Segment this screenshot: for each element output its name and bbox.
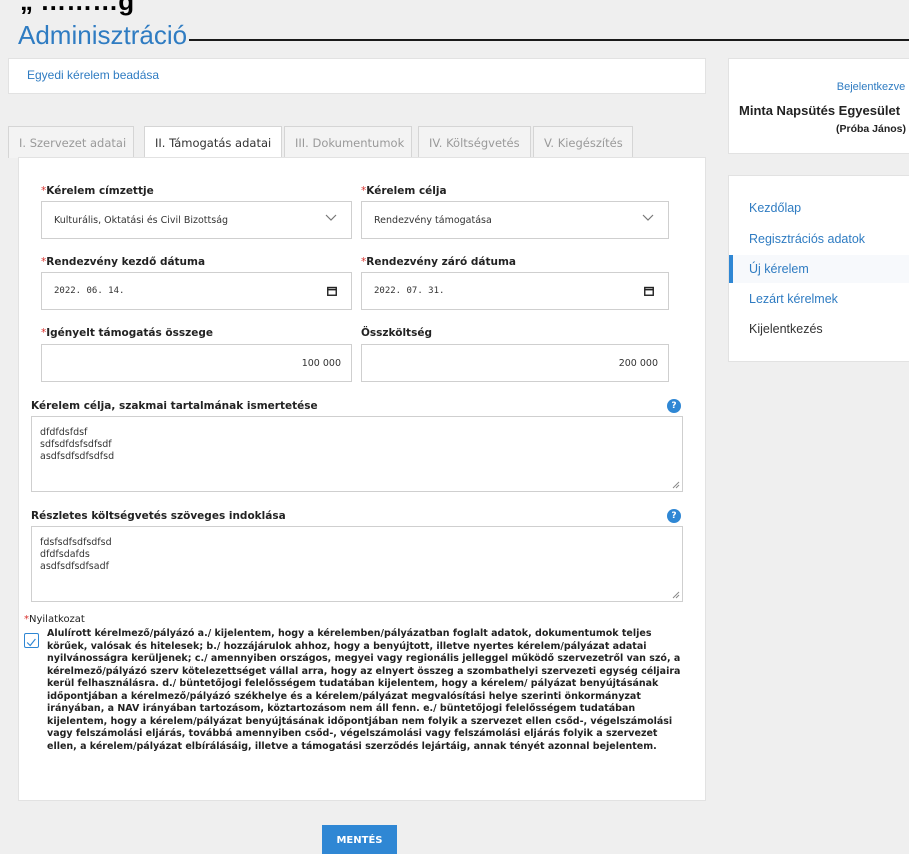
- tab-documents[interactable]: III. Dokumentumok: [284, 126, 412, 158]
- recipient-label: *Kérelem címzettje: [41, 185, 154, 197]
- end-date-value: 2022. 07. 31.: [374, 286, 445, 296]
- tab-budget[interactable]: IV. Költségvetés: [418, 126, 531, 158]
- description-label: Kérelem célja, szakmai tartalmának ismer…: [31, 400, 318, 412]
- end-date-input[interactable]: 2022. 07. 31.: [361, 272, 669, 310]
- login-status-label: Bejelentkezve: [836, 81, 906, 93]
- declaration-text: Alulírott kérelmező/pályázó a./ kijelent…: [47, 628, 681, 752]
- budget-line: dfdfsdafds: [40, 549, 90, 560]
- description-help-icon[interactable]: ?: [667, 399, 681, 413]
- start-date-value: 2022. 06. 14.: [54, 286, 125, 296]
- nav-item-registration[interactable]: Regisztrációs adatok: [729, 225, 909, 253]
- tab-label: IV. Költségvetés: [429, 136, 520, 150]
- login-user: (Próba János): [835, 123, 906, 135]
- chevron-down-icon: [642, 214, 654, 221]
- purpose-label: *Kérelem célja: [361, 185, 447, 197]
- nav-item-logout[interactable]: Kijelentkezés: [729, 315, 909, 343]
- budget-justification-label: Részletes költségvetés szöveges indoklás…: [31, 510, 286, 522]
- end-date-label-text: Rendezvény záró dátuma: [366, 256, 516, 268]
- description-textarea[interactable]: dfdfdsfdsf sdfsdfdsfsdfsdf asdfsdfsdfsdf…: [31, 416, 683, 492]
- purpose-value: Rendezvény támogatása: [374, 215, 492, 226]
- start-date-label: *Rendezvény kezdő dátuma: [41, 256, 205, 268]
- requested-amount-label: *Igényelt támogatás összege: [41, 327, 213, 339]
- cropped-heading-fragment: „ ………g: [20, 0, 135, 16]
- requested-amount-value: 100 000: [301, 358, 341, 369]
- calendar-icon[interactable]: [327, 286, 337, 296]
- total-cost-input[interactable]: 200 000: [361, 344, 669, 382]
- login-organization: Minta Napsütés Egyesület: [739, 103, 901, 118]
- end-date-label: *Rendezvény záró dátuma: [361, 256, 516, 268]
- request-header-title: Egyedi kérelem beadása: [27, 68, 160, 82]
- description-line: asdfsdfsdfsdfsd: [40, 451, 115, 462]
- tab-label: V. Kiegészítés: [544, 136, 623, 150]
- total-cost-label: Összköltség: [361, 327, 432, 339]
- tab-label: III. Dokumentumok: [295, 136, 405, 150]
- page-title-row: Adminisztráció: [18, 20, 909, 56]
- request-header-panel: Egyedi kérelem beadása: [8, 58, 706, 94]
- recipient-select[interactable]: Kulturális, Oktatási és Civil Bizottság: [41, 201, 352, 239]
- purpose-select[interactable]: Rendezvény támogatása: [361, 201, 669, 239]
- total-cost-value: 200 000: [618, 358, 658, 369]
- resize-handle-icon[interactable]: [672, 481, 680, 489]
- chevron-down-icon: [325, 214, 337, 221]
- title-divider: [189, 39, 909, 41]
- declaration-label-text: Nyilatkozat: [29, 614, 85, 625]
- login-info-box: Bejelentkezve Minta Napsütés Egyesület (…: [728, 58, 909, 154]
- budget-justification-textarea[interactable]: fdsfsdfsdfsdfsd dfdfsdafds asdfsdfsdfsad…: [31, 526, 683, 602]
- requested-amount-label-text: Igényelt támogatás összege: [46, 327, 213, 339]
- description-line: sdfsdfdsfsdfsdf: [40, 439, 112, 450]
- tab-supplement[interactable]: V. Kiegészítés: [533, 126, 633, 158]
- page-title: Adminisztráció: [18, 20, 188, 50]
- nav-item-home[interactable]: Kezdőlap: [729, 194, 909, 222]
- save-button[interactable]: MENTÉS: [322, 825, 397, 854]
- check-icon: [26, 638, 36, 647]
- declaration-checkbox[interactable]: [24, 633, 39, 648]
- start-date-label-text: Rendezvény kezdő dátuma: [46, 256, 206, 268]
- description-line: dfdfdsfdsf: [40, 427, 88, 438]
- nav-item-new-request[interactable]: Új kérelem: [729, 255, 909, 283]
- nav-item-closed-requests[interactable]: Lezárt kérelmek: [729, 285, 909, 313]
- recipient-value: Kulturális, Oktatási és Civil Bizottság: [54, 215, 229, 226]
- resize-handle-icon[interactable]: [672, 591, 680, 599]
- tab-label: I. Szervezet adatai: [19, 136, 127, 150]
- calendar-icon[interactable]: [644, 286, 654, 296]
- declaration-label: *Nyilatkozat: [24, 614, 85, 625]
- tab-label: II. Támogatás adatai: [155, 136, 272, 150]
- requested-amount-input[interactable]: 100 000: [41, 344, 352, 382]
- budget-line: fdsfsdfsdfsdfsd: [40, 537, 112, 548]
- tab-support-data[interactable]: II. Támogatás adatai: [144, 126, 282, 159]
- tab-organization[interactable]: I. Szervezet adatai: [8, 126, 134, 158]
- budget-line: asdfsdfsdfsadf: [40, 561, 109, 572]
- recipient-label-text: Kérelem címzettje: [46, 185, 154, 197]
- start-date-input[interactable]: 2022. 06. 14.: [41, 272, 352, 310]
- side-navigation: Kezdőlap Regisztrációs adatok Új kérelem…: [728, 175, 909, 362]
- purpose-label-text: Kérelem célja: [366, 185, 447, 197]
- budget-help-icon[interactable]: ?: [667, 509, 681, 523]
